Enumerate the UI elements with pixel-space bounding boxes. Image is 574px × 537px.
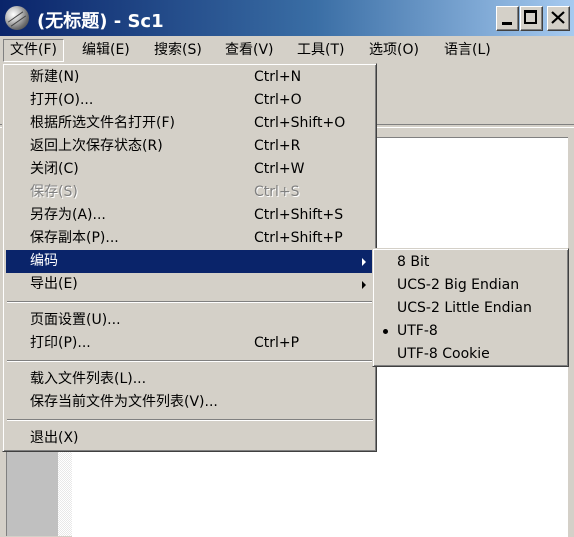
menu-item-label: 退出(X): [30, 430, 79, 446]
encoding-submenu: 8 Bit UCS-2 Big Endian UCS-2 Little Endi…: [372, 248, 569, 367]
menu-item-close[interactable]: 关闭(C) Ctrl+W: [6, 158, 374, 181]
menu-item-print[interactable]: 打印(P)... Ctrl+P: [6, 332, 374, 355]
menu-item-exit[interactable]: 退出(X): [6, 427, 374, 450]
menu-item-shortcut: Ctrl+Shift+S: [254, 207, 344, 223]
menu-item-shortcut: Ctrl+P: [254, 335, 300, 351]
encoding-utf8[interactable]: UTF-8: [376, 320, 565, 343]
menu-item-save[interactable]: 保存(S) Ctrl+S: [6, 181, 374, 204]
menu-item-label: 编码: [30, 253, 58, 269]
menu-item-page-setup[interactable]: 页面设置(U)...: [6, 309, 374, 332]
menu-item-save-copy[interactable]: 保存副本(P)... Ctrl+Shift+P: [6, 227, 374, 250]
menu-item-label: 页面设置(U)...: [30, 312, 121, 328]
menu-item-label: 新建(N): [30, 69, 80, 85]
menu-item-shortcut: Ctrl+S: [254, 184, 300, 200]
menu-item-label: 保存当前文件为文件列表(V)...: [30, 394, 218, 410]
menu-item-shortcut: Ctrl+W: [254, 161, 305, 177]
menu-item-shortcut: Ctrl+O: [254, 92, 302, 108]
menu-separator: [7, 419, 373, 421]
menu-item-label: 打印(P)...: [30, 335, 91, 351]
menu-options[interactable]: 选项(O): [363, 40, 425, 61]
maximize-button[interactable]: [520, 6, 543, 31]
encoding-ucs2-le[interactable]: UCS-2 Little Endian: [376, 297, 565, 320]
chevron-right-icon: [362, 258, 366, 266]
menu-item-label: UCS-2 Little Endian: [397, 300, 532, 316]
close-button[interactable]: [547, 6, 570, 31]
menu-item-export[interactable]: 导出(E): [6, 273, 374, 296]
menu-item-label: UTF-8 Cookie: [397, 346, 490, 362]
menu-item-shortcut: Ctrl+N: [254, 69, 302, 85]
menu-item-load-session[interactable]: 载入文件列表(L)...: [6, 368, 374, 391]
menu-bar: 文件(F) 编辑(E) 搜索(S) 查看(V) 工具(T) 选项(O) 语言(L…: [0, 37, 574, 63]
menu-item-label: 根据所选文件名打开(F): [30, 115, 175, 131]
menu-item-label: 打开(O)...: [30, 92, 94, 108]
window-title: (无标题) - Sc1: [37, 11, 164, 32]
close-icon: [551, 11, 565, 24]
menu-item-open-selected[interactable]: 根据所选文件名打开(F) Ctrl+Shift+O: [6, 112, 374, 135]
encoding-8bit[interactable]: 8 Bit: [376, 251, 565, 274]
menu-separator: [7, 301, 373, 303]
encoding-ucs2-be[interactable]: UCS-2 Big Endian: [376, 274, 565, 297]
menu-item-shortcut: Ctrl+Shift+O: [254, 115, 346, 131]
menu-item-label: 8 Bit: [397, 254, 430, 270]
file-menu-dropdown: 新建(N) Ctrl+N 打开(O)... Ctrl+O 根据所选文件名打开(F…: [2, 63, 377, 452]
menu-item-open[interactable]: 打开(O)... Ctrl+O: [6, 89, 374, 112]
menu-item-label: 关闭(C): [30, 161, 79, 177]
menu-item-save-as[interactable]: 另存为(A)... Ctrl+Shift+S: [6, 204, 374, 227]
menu-tools[interactable]: 工具(T): [291, 40, 350, 61]
menu-language[interactable]: 语言(L): [438, 40, 497, 61]
menu-item-label: 保存副本(P)...: [30, 230, 119, 246]
menu-item-label: 返回上次保存状态(R): [30, 138, 163, 154]
menu-item-encoding[interactable]: 编码: [6, 250, 374, 273]
menu-item-label: 另存为(A)...: [30, 207, 106, 223]
menu-item-revert[interactable]: 返回上次保存状态(R) Ctrl+R: [6, 135, 374, 158]
menu-item-new[interactable]: 新建(N) Ctrl+N: [6, 66, 374, 89]
title-bar[interactable]: (无标题) - Sc1: [0, 0, 574, 36]
menu-edit[interactable]: 编辑(E): [76, 40, 136, 61]
menu-item-label: UCS-2 Big Endian: [397, 277, 520, 293]
menu-item-label: 载入文件列表(L)...: [30, 371, 147, 387]
menu-item-shortcut: Ctrl+R: [254, 138, 301, 154]
menu-item-label: 导出(E): [30, 276, 78, 292]
menu-file[interactable]: 文件(F): [3, 39, 64, 62]
chevron-right-icon: [362, 281, 366, 289]
menu-view[interactable]: 查看(V): [219, 40, 280, 61]
scite-globe-icon[interactable]: [5, 6, 29, 30]
menu-item-label: UTF-8: [397, 323, 438, 339]
menu-item-shortcut: Ctrl+Shift+P: [254, 230, 343, 246]
encoding-utf8-cookie[interactable]: UTF-8 Cookie: [376, 343, 565, 366]
menu-separator: [7, 360, 373, 362]
radio-dot-icon: [383, 329, 388, 334]
menu-item-save-session[interactable]: 保存当前文件为文件列表(V)...: [6, 391, 374, 414]
minimize-button[interactable]: [496, 6, 519, 31]
menu-search[interactable]: 搜索(S): [148, 40, 208, 61]
menu-item-label: 保存(S): [30, 184, 78, 200]
